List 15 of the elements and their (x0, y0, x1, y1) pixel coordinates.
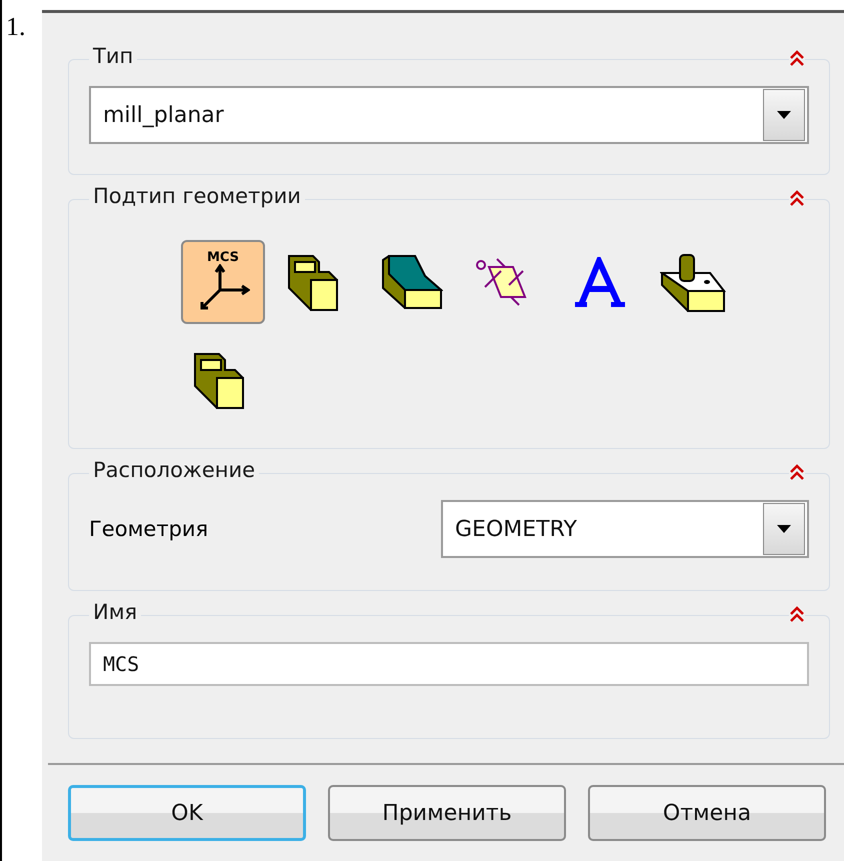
mcs-icon-button[interactable]: MCS (181, 240, 265, 324)
geometry-dropdown[interactable]: GEOMETRY (441, 500, 809, 558)
type-dropdown[interactable]: mill_planar (89, 86, 809, 144)
name-field[interactable]: MCS (89, 642, 809, 686)
dialog-button[interactable]: Отмена (588, 785, 826, 841)
dialog-button[interactable]: Применить (328, 785, 566, 841)
boss-icon (660, 251, 726, 313)
collapse-icon[interactable] (789, 605, 805, 623)
surface-icon (379, 254, 443, 310)
collapse-icon[interactable] (789, 49, 805, 67)
collapse-icon[interactable] (789, 463, 805, 481)
list-marker: 1. (5, 11, 26, 43)
field-label: Геометрия (89, 517, 210, 541)
collapse-icon[interactable] (789, 189, 805, 207)
dialog-button[interactable]: OK (68, 785, 306, 841)
